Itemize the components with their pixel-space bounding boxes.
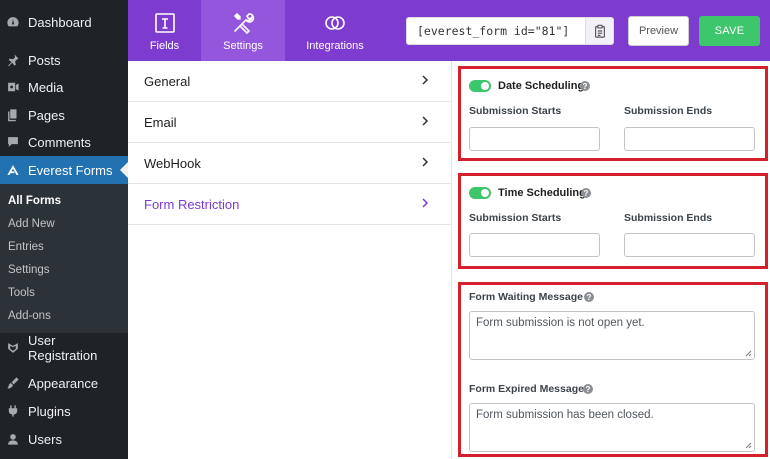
chevron-right-icon	[422, 157, 429, 167]
time-start-label: Submission Starts	[469, 212, 562, 224]
settings-nav-form-restriction[interactable]: Form Restriction	[128, 184, 451, 225]
tab-fields[interactable]: Fields	[128, 0, 201, 61]
preview-button[interactable]: Preview	[628, 16, 689, 46]
menu-user-registration[interactable]: User Registration	[0, 333, 128, 363]
expired-message-text: Form submission has been closed.	[476, 409, 654, 421]
settings-nav-general-label: General	[144, 73, 191, 89]
resize-grip-icon[interactable]	[745, 350, 752, 357]
tab-settings[interactable]: Settings	[201, 0, 285, 61]
time-start-input[interactable]	[469, 233, 600, 257]
date-scheduling-section: Date Scheduling ? Submission Starts Subm…	[458, 66, 768, 161]
menu-pages-label: Pages	[28, 107, 65, 123]
copy-shortcode-button[interactable]	[586, 17, 614, 45]
submenu-tools[interactable]: Tools	[8, 287, 35, 299]
tab-settings-label: Settings	[223, 39, 263, 52]
save-button[interactable]: SAVE	[699, 16, 760, 46]
menu-appearance[interactable]: Appearance	[0, 369, 128, 397]
menu-plugins-label: Plugins	[28, 403, 71, 419]
media-icon	[6, 80, 20, 94]
menu-plugins[interactable]: Plugins	[0, 397, 128, 425]
comments-icon	[6, 135, 20, 149]
tab-fields-label: Fields	[149, 39, 180, 52]
settings-nav-webhook[interactable]: WebHook	[128, 143, 451, 184]
pages-icon	[6, 108, 20, 122]
settings-nav-webhook-label: WebHook	[144, 155, 201, 171]
menu-dashboard[interactable]: Dashboard	[0, 8, 128, 36]
users-icon	[6, 432, 20, 446]
help-icon[interactable]: ?	[583, 384, 593, 394]
chevron-right-icon	[422, 75, 429, 85]
toggle-knob	[481, 189, 489, 197]
menu-users-label: Users	[28, 431, 62, 447]
date-start-input[interactable]	[469, 127, 600, 151]
menu-everest-forms-label: Everest Forms	[28, 162, 113, 178]
submenu-all-forms[interactable]: All Forms	[8, 195, 61, 207]
time-scheduling-toggle[interactable]	[469, 187, 491, 199]
dashboard-icon	[6, 15, 20, 29]
wp-admin-sidebar: Dashboard Posts Media Pages Comments Eve…	[0, 0, 128, 459]
brush-icon	[6, 376, 20, 390]
submenu-add-new[interactable]: Add New	[8, 218, 55, 230]
shortcode-display[interactable]: [everest_form id="81"]	[406, 17, 586, 45]
waiting-message-text: Form submission is not open yet.	[476, 317, 645, 329]
submenu-settings[interactable]: Settings	[8, 264, 50, 276]
plugin-icon	[6, 404, 20, 418]
pin-icon	[6, 53, 20, 67]
expired-message-textarea[interactable]: Form submission has been closed.	[469, 403, 755, 452]
menu-dashboard-label: Dashboard	[28, 14, 92, 30]
settings-tools-icon	[233, 12, 255, 34]
menu-users[interactable]: Users	[0, 425, 128, 453]
tab-integrations[interactable]: Integrations	[285, 0, 385, 61]
fields-icon	[154, 12, 175, 33]
tab-integrations-label: Integrations	[306, 39, 364, 52]
date-scheduling-toggle[interactable]	[469, 80, 491, 92]
settings-nav-email[interactable]: Email	[128, 102, 451, 143]
menu-appearance-label: Appearance	[28, 375, 99, 391]
chevron-right-icon	[422, 116, 429, 126]
menu-user-registration-label: User Registration	[28, 333, 98, 363]
menu-comments[interactable]: Comments	[0, 128, 128, 156]
menu-posts-label: Posts	[28, 52, 61, 68]
submenu-entries[interactable]: Entries	[8, 241, 44, 253]
resize-grip-icon[interactable]	[745, 442, 752, 449]
time-end-input[interactable]	[624, 233, 755, 257]
menu-pages[interactable]: Pages	[0, 101, 128, 129]
settings-nav-email-label: Email	[144, 114, 177, 130]
date-end-input[interactable]	[624, 127, 755, 151]
expired-message-label: Form Expired Message	[469, 383, 584, 395]
settings-nav-general[interactable]: General	[128, 61, 451, 102]
date-scheduling-label: Date Scheduling	[498, 80, 585, 92]
help-icon[interactable]: ?	[584, 292, 594, 302]
time-scheduling-label: Time Scheduling	[498, 187, 586, 199]
menu-everest-forms[interactable]: Everest Forms	[0, 156, 128, 184]
menu-posts[interactable]: Posts	[0, 46, 128, 74]
toggle-knob	[481, 82, 489, 90]
everest-forms-icon	[6, 163, 20, 177]
user-registration-icon	[6, 341, 20, 355]
waiting-message-textarea[interactable]: Form submission is not open yet.	[469, 311, 755, 360]
settings-nav: General Email WebHook Form Restriction	[128, 61, 451, 459]
date-start-label: Submission Starts	[469, 105, 562, 117]
submenu-add-ons[interactable]: Add-ons	[8, 310, 51, 322]
time-scheduling-section: Time Scheduling ? Submission Starts Subm…	[458, 173, 768, 269]
help-icon[interactable]: ?	[580, 81, 590, 91]
chevron-right-icon	[422, 198, 429, 208]
help-icon[interactable]: ?	[581, 188, 591, 198]
menu-comments-label: Comments	[28, 134, 91, 150]
waiting-message-label: Form Waiting Message	[469, 291, 583, 303]
restriction-messages-section: Form Waiting Message ? Form submission i…	[458, 282, 768, 457]
time-end-label: Submission Ends	[624, 212, 713, 224]
menu-media-label: Media	[28, 79, 64, 95]
settings-nav-form-restriction-label: Form Restriction	[144, 196, 240, 212]
everest-forms-submenu: All Forms Add New Entries Settings Tools…	[0, 184, 128, 333]
form-builder-header: Fields Settings Integrations [everest_fo…	[128, 0, 770, 61]
clipboard-icon	[594, 24, 605, 38]
date-end-label: Submission Ends	[624, 105, 713, 117]
integrations-icon	[325, 15, 345, 30]
menu-media[interactable]: Media	[0, 73, 128, 101]
form-restriction-panel: Date Scheduling ? Submission Starts Subm…	[451, 61, 770, 459]
